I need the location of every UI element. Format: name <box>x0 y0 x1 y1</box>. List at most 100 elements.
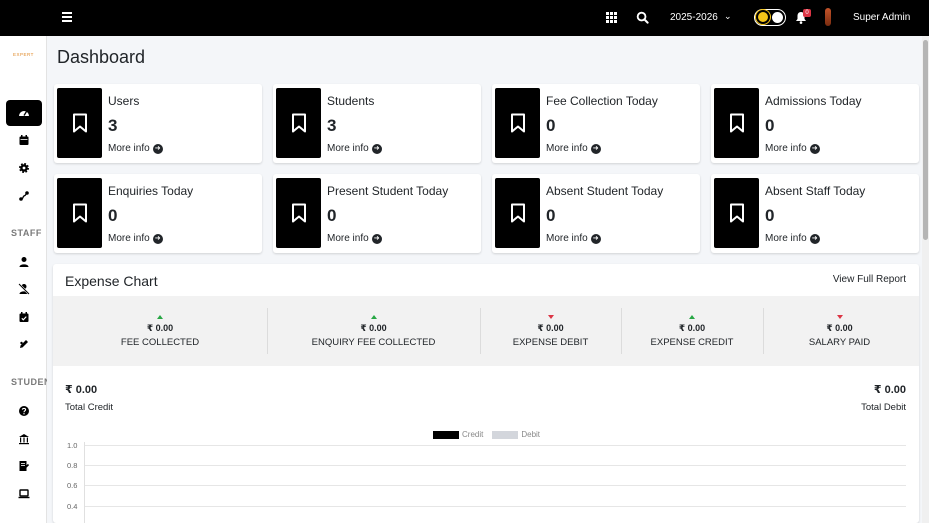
bookmark-icon <box>276 178 321 248</box>
grid-line <box>84 465 906 466</box>
calendar-check-icon <box>19 312 28 322</box>
gear-icon <box>18 163 29 173</box>
sidebar-item-settings[interactable] <box>0 158 47 178</box>
toggle-knob <box>772 12 783 23</box>
more-info-label[interactable]: More info <box>327 143 369 154</box>
arrow-circle-right-icon[interactable]: ➜ <box>809 233 820 244</box>
arrow-circle-right-icon[interactable]: ➜ <box>590 233 601 244</box>
arrow-circle-right-icon[interactable]: ➜ <box>809 143 820 154</box>
box-label: Admissions Today <box>765 94 862 108</box>
sidebar-item-student-institute[interactable] <box>0 429 47 449</box>
more-info-link[interactable]: More info ➜ <box>108 233 163 244</box>
arrow-circle-right-icon[interactable]: ➜ <box>371 233 382 244</box>
view-full-report-link[interactable]: View Full Report <box>833 274 906 285</box>
notification-badge: 0 <box>803 9 811 17</box>
more-info-label[interactable]: More info <box>108 233 150 244</box>
more-info-link[interactable]: More info ➜ <box>546 143 601 154</box>
more-info-label[interactable]: More info <box>546 143 588 154</box>
chevron-down-icon[interactable]: ⌄ <box>724 11 732 22</box>
file-signature-icon <box>19 461 29 471</box>
box-value: 0 <box>765 206 775 225</box>
info-box-absent-staff: Absent Staff Today 0 More info ➜ <box>711 174 919 253</box>
info-box-students: Students 3 More info ➜ <box>273 84 481 163</box>
sidebar-item-student-enquiry[interactable] <box>0 401 47 421</box>
expense-chart-title: Expense Chart <box>65 273 158 289</box>
arrow-circle-right-icon[interactable]: ➜ <box>590 143 601 154</box>
box-label: Enquiries Today <box>108 184 194 198</box>
logo[interactable]: EXPERT <box>13 52 34 57</box>
more-info-link[interactable]: More info ➜ <box>765 233 820 244</box>
box-value: 0 <box>108 206 118 225</box>
box-label: Absent Staff Today <box>765 184 866 198</box>
session-select[interactable]: 2025-2026 <box>670 12 718 23</box>
more-info-label[interactable]: More info <box>765 143 807 154</box>
info-box-admissions: Admissions Today 0 More info ➜ <box>711 84 919 163</box>
stat-fee-collected: ₹ 0.00 FEE COLLECTED <box>53 296 267 366</box>
sidebar-item-student-form[interactable] <box>0 456 47 476</box>
more-info-link[interactable]: More info ➜ <box>327 233 382 244</box>
sidebar-item-staff-absent[interactable] <box>0 279 47 299</box>
sidebar-item-staff-edit[interactable] <box>0 334 47 354</box>
y-tick-label: 0.6 <box>67 481 78 490</box>
page-title: Dashboard <box>57 47 146 67</box>
stat-label: EXPENSE DEBIT <box>512 337 589 348</box>
total-credit-amount: ₹ 0.00 <box>65 384 98 396</box>
grid-line <box>84 506 906 507</box>
sidebar-heading-staff: STAFF <box>11 228 42 238</box>
menu-toggle-icon[interactable] <box>62 12 72 22</box>
theme-toggle[interactable] <box>754 9 786 26</box>
legend-label-credit: Credit <box>462 430 484 439</box>
total-debit-label: Total Debit <box>861 402 906 413</box>
y-tick-label: 0.4 <box>67 502 78 511</box>
sidebar-item-dashboard[interactable] <box>6 100 42 126</box>
apps-grid-icon[interactable] <box>606 12 617 23</box>
sidebar-item-route[interactable] <box>0 186 47 206</box>
y-tick-label: 0.8 <box>67 461 78 470</box>
arrow-circle-right-icon[interactable]: ➜ <box>152 233 163 244</box>
info-box-present-students: Present Student Today 0 More info ➜ <box>273 174 481 253</box>
box-label: Users <box>108 94 140 108</box>
expense-stats-row: ₹ 0.00 FEE COLLECTED ₹ 0.00 ENQUIRY FEE … <box>53 296 919 366</box>
total-debit-amount: ₹ 0.00 <box>873 384 906 396</box>
more-info-link[interactable]: More info ➜ <box>546 233 601 244</box>
info-box-users: Users 3 More info ➜ <box>54 84 262 163</box>
more-info-label[interactable]: More info <box>546 233 588 244</box>
more-info-link[interactable]: More info ➜ <box>108 143 163 154</box>
bookmark-icon <box>57 178 102 248</box>
stat-label: FEE COLLECTED <box>120 337 200 348</box>
user-icon <box>19 257 28 267</box>
box-label: Present Student Today <box>327 184 449 198</box>
arrow-circle-right-icon[interactable]: ➜ <box>152 143 163 154</box>
arrow-circle-right-icon[interactable]: ➜ <box>371 143 382 154</box>
stat-label: SALARY PAID <box>808 337 871 348</box>
more-info-label[interactable]: More info <box>765 233 807 244</box>
sidebar-item-staff-attendance[interactable] <box>0 307 47 327</box>
more-info-link[interactable]: More info ➜ <box>327 143 382 154</box>
question-circle-icon <box>18 406 29 416</box>
sidebar-item-student-online[interactable] <box>0 484 47 504</box>
expense-chart-card: Expense Chart View Full Report ₹ 0.00 FE… <box>53 264 919 523</box>
route-icon <box>18 191 29 201</box>
sidebar-item-staff-profile[interactable] <box>0 252 47 272</box>
stat-expense-debit: ₹ 0.00 EXPENSE DEBIT <box>480 296 621 366</box>
more-info-link[interactable]: More info ➜ <box>765 143 820 154</box>
box-value: 0 <box>546 116 556 135</box>
stat-amount: ₹ 0.00 <box>360 323 387 333</box>
more-info-label[interactable]: More info <box>327 233 369 244</box>
user-avatar[interactable] <box>825 8 831 26</box>
caret-down-icon <box>547 315 554 319</box>
caret-up-icon <box>689 315 695 319</box>
search-icon[interactable] <box>636 11 649 24</box>
scrollbar-thumb[interactable] <box>923 40 928 240</box>
stat-amount: ₹ 0.00 <box>146 323 174 333</box>
stat-enquiry-fee-collected: ₹ 0.00 ENQUIRY FEE COLLECTED <box>267 296 480 366</box>
bookmark-icon <box>495 178 540 248</box>
info-box-fee-collection: Fee Collection Today 0 More info ➜ <box>492 84 700 163</box>
page-scrollbar[interactable] <box>922 36 929 523</box>
sidebar-item-calendar[interactable] <box>0 130 47 150</box>
stat-amount: ₹ 0.00 <box>826 323 853 333</box>
bookmark-icon <box>276 88 321 158</box>
user-name[interactable]: Super Admin <box>853 12 910 23</box>
more-info-label[interactable]: More info <box>108 143 150 154</box>
sun-icon <box>758 12 768 22</box>
